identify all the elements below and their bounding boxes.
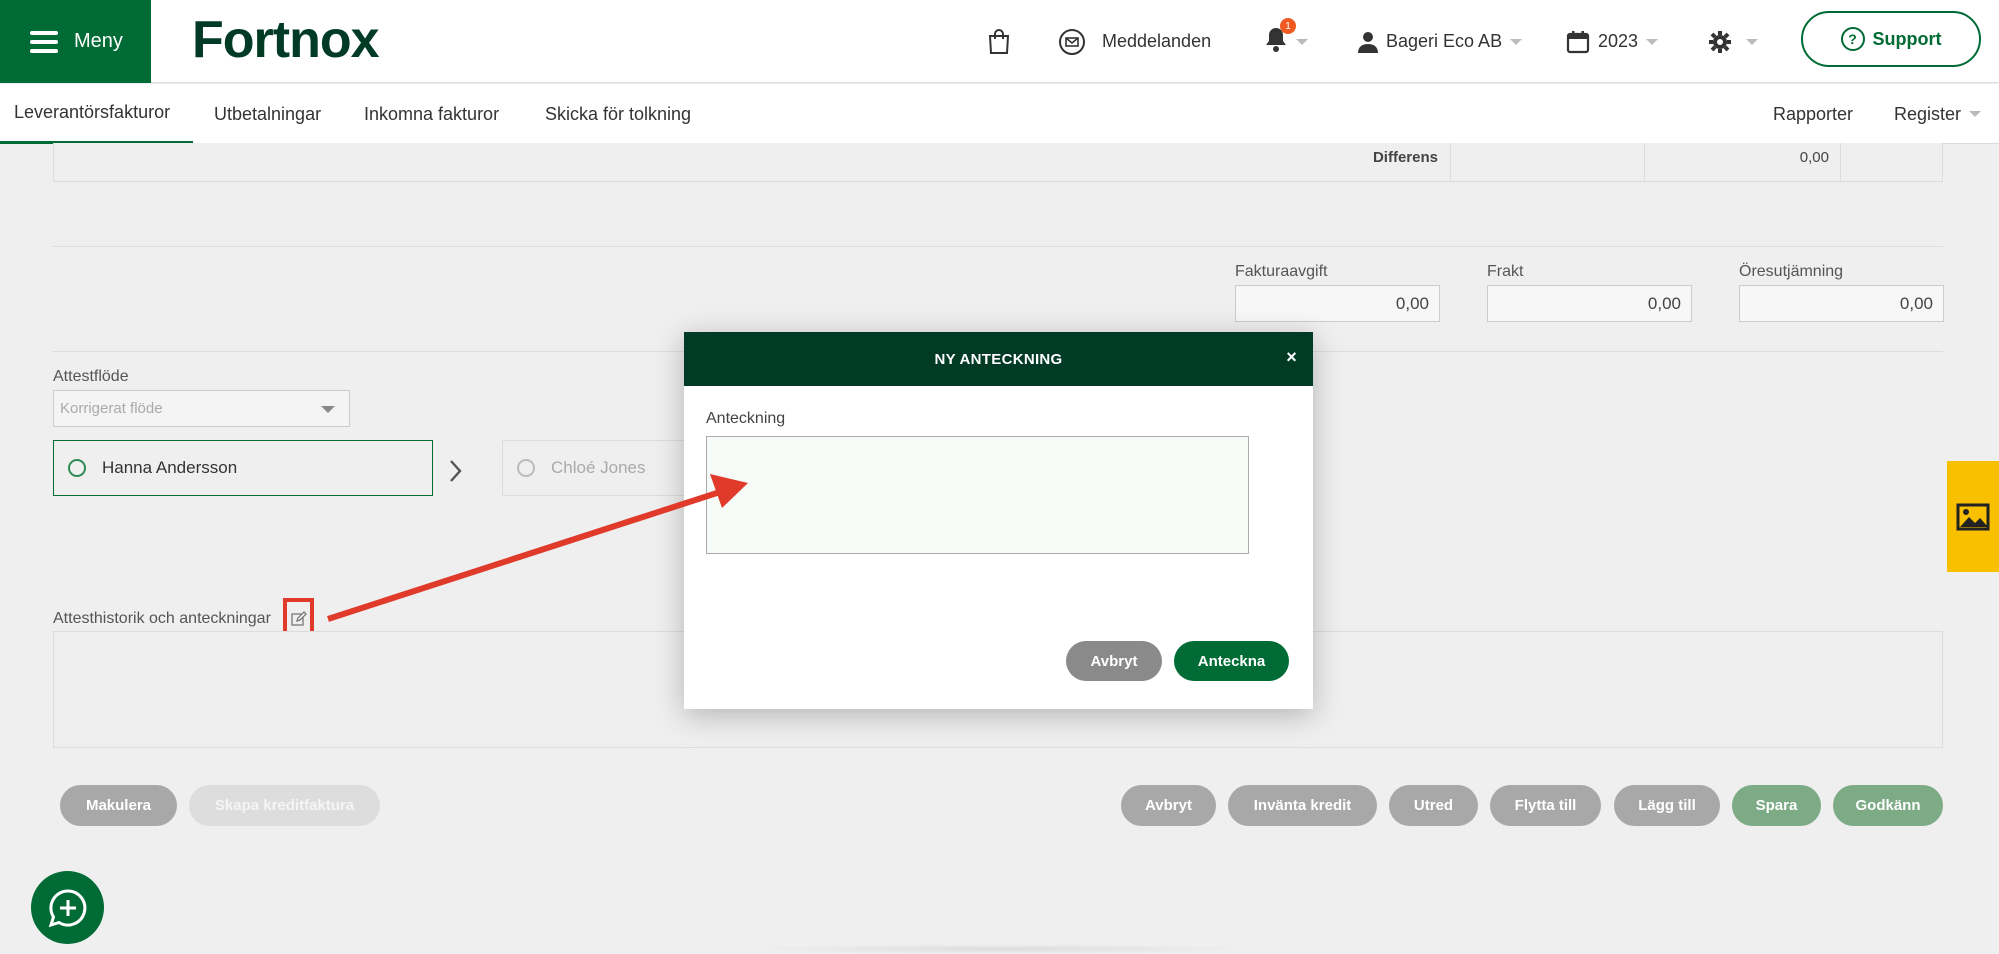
chat-plus-icon [48, 888, 86, 927]
chevron-down-icon [1510, 38, 1523, 45]
shopping-bag-icon [988, 28, 1010, 54]
differens-value: 0,00 [1799, 149, 1829, 166]
sub-navigation: Leverantörsfakturor Utbetalningar Inkomn… [0, 84, 1999, 144]
modal-header: NY ANTECKNING × [684, 332, 1313, 386]
add-note-submit-button[interactable]: Anteckna [1174, 641, 1289, 681]
create-credit-invoice-button[interactable]: Skapa kreditfaktura [189, 785, 380, 826]
makulera-button[interactable]: Makulera [60, 785, 177, 826]
support-label: Support [1872, 28, 1942, 49]
register-label: Register [1894, 103, 1962, 124]
menu-label: Meny [74, 30, 123, 52]
history-label: Attesthistorik och anteckningar [53, 610, 271, 627]
freight-label: Frakt [1487, 263, 1524, 280]
chevron-down-icon [1296, 38, 1308, 45]
status-circle-icon [68, 459, 86, 477]
freight-input[interactable]: 0,00 [1487, 285, 1692, 322]
tab-utbetalningar[interactable]: Utbetalningar [214, 84, 321, 144]
question-icon: ? [1840, 27, 1865, 51]
messages-label: Meddelanden [1102, 31, 1212, 51]
top-header: Meny Fortnox Meddelanden 1 Bageri Eco AB… [0, 0, 1999, 83]
attest-flow-select[interactable]: Korrigerat flöde [53, 390, 350, 427]
user-icon [1358, 31, 1378, 53]
company-selector[interactable]: Bageri Eco AB [1358, 0, 1523, 83]
tab-inkomna-fakturor[interactable]: Inkomna fakturor [364, 84, 499, 144]
notifications-button[interactable]: 1 [1264, 0, 1308, 83]
save-button[interactable]: Spara [1732, 785, 1821, 826]
note-field-label: Anteckning [706, 410, 786, 427]
image-panel-tab[interactable] [1947, 461, 1999, 572]
cancel-button[interactable]: Avbryt [1121, 785, 1216, 826]
modal-cancel-button[interactable]: Avbryt [1066, 641, 1162, 681]
calendar-icon [1566, 30, 1590, 53]
notification-badge: 1 [1280, 18, 1296, 34]
gear-icon [1709, 30, 1731, 53]
attester-hanna[interactable]: Hanna Andersson [53, 440, 433, 496]
differens-label: Differens [1372, 149, 1438, 166]
tab-rapporter[interactable]: Rapporter [1773, 84, 1853, 144]
modal-title: NY ANTECKNING [934, 350, 1063, 368]
fortnox-logo[interactable]: Fortnox [192, 10, 380, 70]
close-icon[interactable]: × [1286, 347, 1297, 368]
envelope-icon [1059, 28, 1085, 55]
year-selector[interactable]: 2023 [1566, 0, 1659, 83]
chevron-down-icon [1746, 38, 1758, 45]
await-credit-button[interactable]: Inväntа kredit [1228, 785, 1377, 826]
chevron-down-icon [321, 406, 335, 413]
edit-note-icon [290, 611, 307, 626]
tab-skicka-for-tolkning[interactable]: Skicka för tolkning [545, 84, 691, 144]
divider [53, 246, 1943, 247]
status-circle-icon [517, 459, 535, 477]
note-textarea[interactable] [706, 436, 1249, 554]
bottom-shadow [740, 944, 1260, 954]
investigate-button[interactable]: Utred [1389, 785, 1478, 826]
rounding-input[interactable]: 0,00 [1739, 285, 1944, 322]
add-to-button[interactable]: Lägg till [1614, 785, 1720, 826]
attest-flow-label: Attestflöde [53, 368, 129, 385]
invoice-fee-label: Fakturaavgift [1235, 263, 1328, 280]
settings-button[interactable] [1708, 0, 1758, 83]
shopping-bag-button[interactable] [987, 0, 1011, 83]
support-button[interactable]: ? Support [1801, 11, 1981, 67]
approve-button[interactable]: Godkänn [1833, 785, 1943, 826]
messages-button[interactable]: Meddelanden [1058, 0, 1211, 83]
tab-leverantorsfakturor[interactable]: Leverantörsfakturor [0, 84, 193, 144]
rounding-label: Öresutjämning [1739, 263, 1844, 280]
attester-name: Hanna Andersson [102, 458, 238, 477]
chevron-down-icon [1646, 38, 1659, 45]
year-label: 2023 [1598, 31, 1639, 51]
image-icon [1956, 503, 1990, 530]
attest-flow-value: Korrigerat flöde [60, 400, 163, 417]
company-name: Bageri Eco AB [1386, 31, 1503, 51]
invoice-fee-input[interactable]: 0,00 [1235, 285, 1440, 322]
chevron-right-icon [450, 460, 462, 482]
attester-chloe[interactable]: Chloé Jones [502, 440, 702, 496]
tab-register[interactable]: Register [1894, 84, 1982, 144]
menu-button[interactable]: Meny [0, 0, 151, 83]
chat-button[interactable] [31, 871, 104, 944]
chevron-down-icon [1969, 111, 1982, 117]
differens-row: Differens 0,00 [53, 143, 1943, 182]
attester-name: Chloé Jones [551, 458, 646, 477]
move-to-button[interactable]: Flytta till [1490, 785, 1601, 826]
hamburger-icon [30, 30, 58, 53]
new-note-modal: NY ANTECKNING × Anteckning Avbryt Anteck… [684, 332, 1313, 709]
